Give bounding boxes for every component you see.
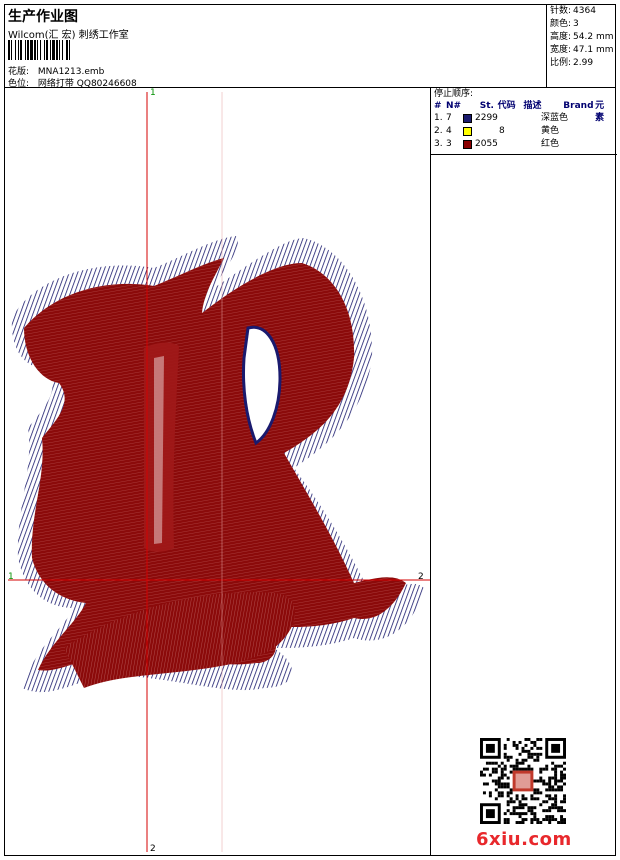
stats-box: 针数: 4364 颜色: 3 高度: 54.2 mm 宽度: 47.1 mm 比例: 2.… <box>546 4 616 87</box>
qr-code-icon <box>480 738 566 824</box>
stop-sequence-title: 停止顺序: <box>434 89 474 99</box>
embroidery-canvas[interactable]: 1 2 1 2 <box>4 88 430 856</box>
guide-label-left: 1 <box>8 572 14 582</box>
stat-scale: 比例: 2.99 <box>550 58 594 68</box>
stat-stitches: 针数: 4364 <box>550 6 596 16</box>
table-row[interactable]: 1. 7 2299 深蓝色 <box>431 112 616 125</box>
barcode-icon <box>8 40 142 60</box>
sheet-header: 生产作业图 Wilcom(汇 宏) 刺绣工作室 花版: MNA1213.emb … <box>4 4 616 89</box>
stat-height: 高度: 54.2 mm <box>550 32 614 42</box>
guide-label-right: 2 <box>418 572 424 582</box>
color-swatch <box>463 127 472 136</box>
divider <box>431 154 617 155</box>
table-row[interactable]: 3. 3 2055 红色 <box>431 138 616 151</box>
guide-label-bottom: 2 <box>150 844 156 854</box>
embroidery-preview <box>8 92 430 852</box>
page-title: 生产作业图 <box>8 9 78 25</box>
guide-label-top: 1 <box>150 88 156 98</box>
studio-name: Wilcom(汇 宏) 刺绣工作室 <box>8 30 129 41</box>
watermark-logo: 6xiu.com <box>476 829 572 850</box>
table-row[interactable]: 2. 4 8 黄色 <box>431 125 616 138</box>
stat-width: 宽度: 47.1 mm <box>550 45 614 55</box>
color-swatch <box>463 140 472 149</box>
stop-sequence-header: # N# St. 代码 描述 Brand 元素 <box>434 101 605 123</box>
header-info: 生产作业图 Wilcom(汇 宏) 刺绣工作室 花版: MNA1213.emb … <box>4 4 544 89</box>
color-swatch <box>463 114 472 123</box>
stat-colors: 颜色: 3 <box>550 19 579 29</box>
